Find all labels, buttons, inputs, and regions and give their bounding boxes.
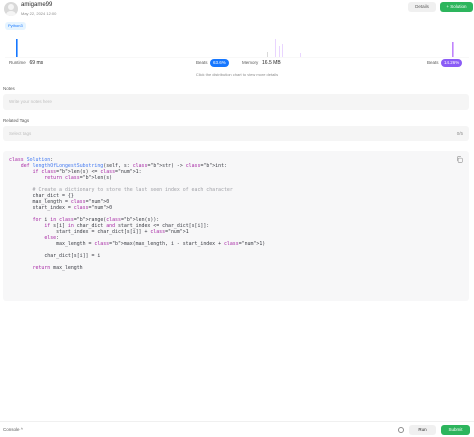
code-lines: class Solution: def lengthOfLongestSubst… (9, 157, 265, 271)
runtime-beats-label: Beats (196, 60, 208, 65)
chart-hint: Click the distribution chart to view mor… (195, 72, 279, 77)
solution-header: amigame99 May 22, 2024 12:00 Details + S… (4, 2, 473, 20)
submit-button[interactable]: Submit (441, 425, 470, 435)
add-solution-button[interactable]: + Solution (440, 2, 473, 12)
runtime-bar (16, 39, 18, 57)
memory-bar (300, 53, 301, 57)
code-line: return max_length (32, 265, 83, 271)
memory-stat: Memory 16.5 MB (242, 59, 281, 67)
copy-icon[interactable] (456, 156, 463, 163)
info-icon[interactable] (398, 427, 404, 433)
details-button[interactable]: Details (408, 2, 436, 12)
runtime-label: Runtime (9, 60, 26, 65)
runtime-value: 69 ms (29, 60, 44, 66)
console-toggle[interactable]: Console ^ (3, 427, 23, 432)
memory-bar (282, 44, 283, 57)
distribution-chart-svg[interactable] (5, 32, 469, 58)
tags-placeholder: Select tags (9, 131, 32, 136)
memory-label: Memory (242, 60, 259, 65)
runtime-beats-badge: 63.6% (210, 59, 229, 67)
memory-beats-badge: 14.26% (441, 59, 463, 67)
runtime-stat: Runtime 69 ms (9, 59, 43, 67)
memory-bar (452, 42, 454, 57)
notes-placeholder: Write your notes here (9, 99, 52, 104)
runtime-beats-stat: Beats 63.6% (196, 59, 229, 67)
memory-beats-stat: Beats 14.26% (427, 59, 463, 67)
notes-input[interactable]: Write your notes here (3, 94, 469, 110)
tags-count: 0/5 (456, 131, 463, 136)
language-badge: Python3 (5, 22, 26, 30)
memory-beats-label: Beats (427, 60, 439, 65)
username[interactable]: amigame99 (21, 2, 52, 8)
memory-bar (267, 52, 268, 57)
code-line: max_length = class="b">max(max_length, i… (9, 241, 266, 247)
memory-value: 16.5 MB (262, 60, 281, 66)
related-tags-label: Related Tags (3, 118, 30, 123)
notes-label: Notes (3, 86, 15, 91)
run-button[interactable]: Run (409, 425, 436, 435)
tags-select[interactable]: Select tags 0/5 (3, 126, 469, 141)
memory-bar (275, 39, 276, 57)
distribution-chart[interactable] (5, 32, 469, 58)
user-avatar[interactable] (4, 2, 18, 16)
performance-stats: Runtime 69 ms Beats 63.6% Memory 16.5 MB… (9, 59, 467, 67)
editor-footer: Console ^ Run Submit (0, 421, 474, 437)
submission-date: May 22, 2024 12:00 (21, 11, 57, 16)
memory-bar (279, 46, 280, 57)
code-block: class Solution: def lengthOfLongestSubst… (3, 151, 469, 301)
